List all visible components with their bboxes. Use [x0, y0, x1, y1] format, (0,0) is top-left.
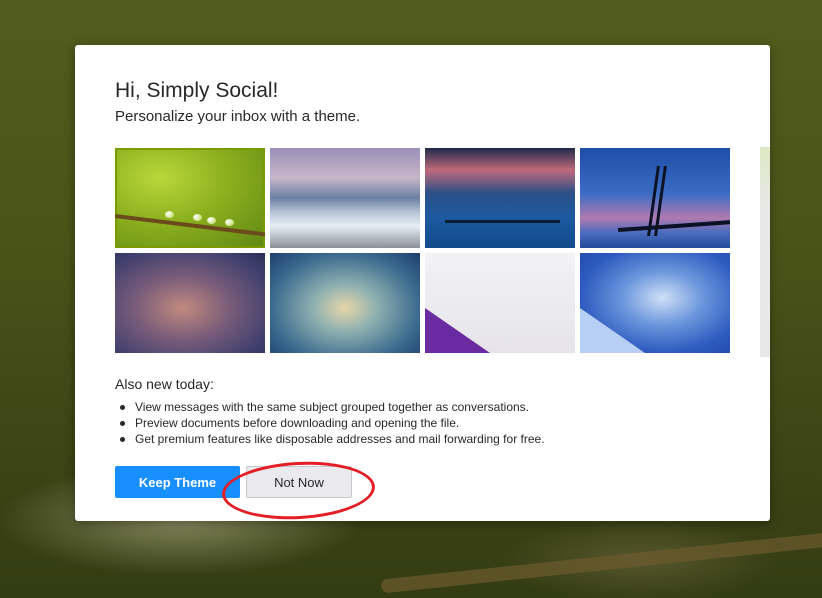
bridge-deck [618, 219, 730, 233]
news-title: Also new today: [115, 376, 214, 392]
theme-tile-dusk[interactable] [425, 148, 575, 248]
theme-dialog: Hi, Simply Social! Personalize your inbo… [75, 45, 770, 523]
theme-tile-ocean[interactable] [270, 148, 420, 248]
theme-tile-leaf[interactable] [115, 148, 265, 248]
next-theme-peek[interactable] [760, 147, 770, 357]
news-item: View messages with the same subject grou… [120, 399, 545, 415]
theme-tile-bridge[interactable] [580, 148, 730, 248]
theme-tile-teal-blur[interactable] [270, 253, 420, 353]
water-drop [207, 217, 216, 224]
news-item: Get premium features like disposable add… [120, 432, 545, 446]
theme-grid [115, 148, 730, 353]
news-list: View messages with the same subject grou… [115, 399, 545, 447]
water-drop [225, 219, 234, 226]
theme-tile-blue[interactable] [580, 253, 730, 353]
dialog-subtitle: Personalize your inbox with a theme. [115, 108, 361, 125]
theme-tile-purple-blur[interactable] [115, 253, 265, 353]
purple-wedge [425, 308, 490, 353]
pier [445, 220, 560, 223]
news-item: Preview documents before downloading and… [120, 415, 545, 431]
background-twig [380, 530, 822, 594]
water-drop [165, 211, 174, 218]
leaf-stem [115, 214, 265, 238]
not-now-button[interactable]: Not Now [246, 466, 352, 498]
keep-theme-button[interactable]: Keep Theme [115, 466, 240, 498]
dialog-title: Hi, Simply Social! [115, 79, 279, 102]
water-drop [193, 214, 202, 221]
light-blue-wedge [580, 308, 645, 353]
theme-tile-white-purple[interactable] [425, 253, 575, 353]
